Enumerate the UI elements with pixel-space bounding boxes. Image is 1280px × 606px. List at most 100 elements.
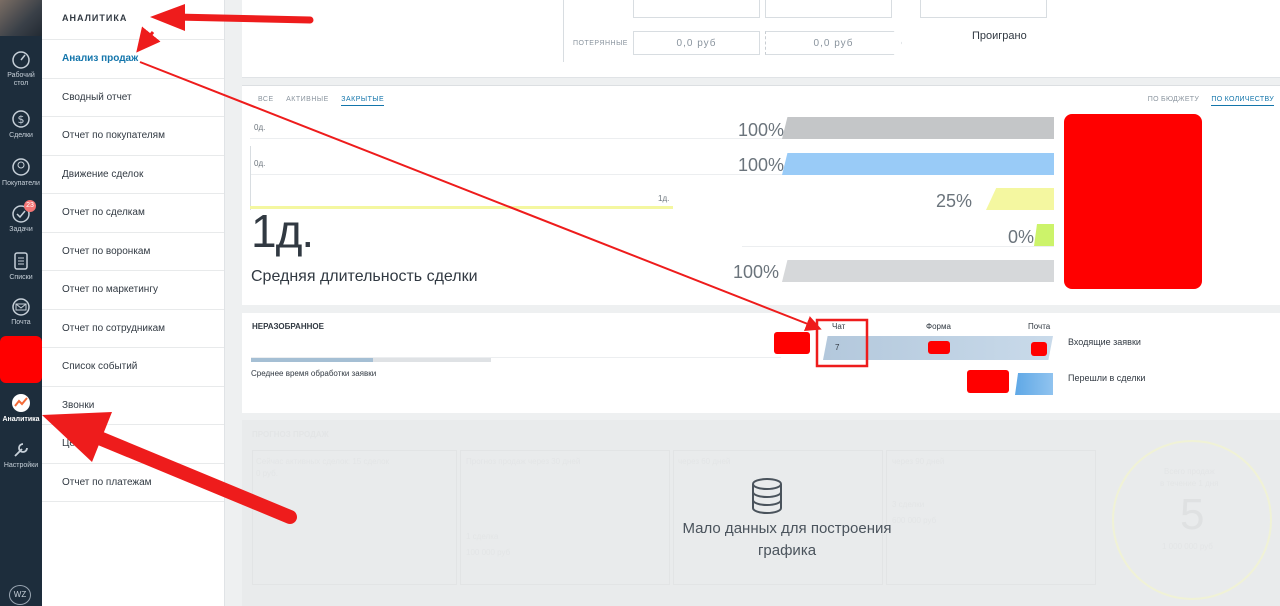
nav-item-analytics[interactable]: Аналитика [0, 392, 42, 424]
forecast-col1: Сейчас активных сделок: 15 сделок [256, 457, 390, 466]
forecast-col4a: 3 сделки [892, 500, 925, 509]
forecast-col2a: 1 сделка [466, 532, 499, 541]
submenu-item-summary[interactable]: Сводный отчет [42, 79, 224, 117]
funnel-pct: 0% [1007, 227, 1034, 247]
submenu-item-marketing-report[interactable]: Отчет по маркетингу [42, 271, 224, 310]
nav-item-lists[interactable]: Списки [0, 250, 42, 282]
timeline-axis [250, 146, 251, 210]
funnel-bar [986, 188, 1054, 210]
submenu-item-deal-movement[interactable]: Движение сделок [42, 156, 224, 194]
nav-label: Списки [9, 274, 33, 281]
sales-forecast-panel: ПРОГНОЗ ПРОДАЖ Сейчас активных сделок: 1… [242, 420, 1280, 606]
summary-panel: ПОТЕРЯННЫЕ 0,0 руб 0,0 руб Проиграно [242, 0, 1280, 78]
nav-item-deals[interactable]: $ Сделки [0, 108, 42, 140]
dashboard-icon [12, 51, 30, 69]
user-avatar[interactable] [0, 0, 42, 36]
nav-label: Рабочий стол [7, 72, 35, 87]
funnel-panel: ВСЕ АКТИВНЫЕ ЗАКРЫТЫЕ ПО БЮДЖЕТУ ПО КОЛИ… [242, 85, 1280, 305]
nav-item-settings[interactable]: Настройки [0, 440, 42, 470]
status-lost: Проиграно [972, 30, 1027, 42]
forecast-col2: Прогноз продаж через 30 дней [466, 457, 581, 466]
submenu-item-payments-report[interactable]: Отчет по платежам [42, 464, 224, 502]
redacted-block [774, 332, 810, 354]
funnel-bar [782, 117, 1054, 139]
redacted-block [0, 336, 42, 383]
timeline-label: 0д. [254, 159, 266, 168]
redacted-block [1064, 114, 1202, 289]
progress-fill [251, 358, 374, 362]
incoming-requests-label: Входящие заявки [1068, 337, 1141, 347]
won-status-box [920, 0, 1047, 18]
nav-label: Покупатели [2, 180, 40, 187]
submenu-item-customers-report[interactable]: Отчет по покупателям [42, 117, 224, 156]
main-nav: Рабочий стол $ Сделки Покупатели 23 Зада… [0, 0, 42, 606]
submenu-item-deals-report[interactable]: Отчет по сделкам [42, 194, 224, 233]
submenu-item-pipelines-report[interactable]: Отчет по воронкам [42, 233, 224, 271]
tab-closed[interactable]: ЗАКРЫТЫЕ [341, 96, 385, 106]
tasks-badge: 23 [24, 200, 36, 212]
submenu-title: АНАЛИТИКА [42, 0, 224, 40]
main-content: ПОТЕРЯННЫЕ 0,0 руб 0,0 руб Проиграно ВСЕ… [225, 0, 1280, 606]
unsorted-title: НЕРАЗОБРАННОЕ [252, 322, 324, 331]
lists-icon [14, 252, 28, 270]
nav-label: Сделки [9, 132, 33, 139]
channel-mail-label: Почта [1028, 322, 1051, 331]
forecast-card [252, 450, 457, 585]
tab-by-count[interactable]: ПО КОЛИЧЕСТВУ [1211, 96, 1274, 106]
dollar-icon: $ [12, 110, 30, 128]
mode-tabs: ПО БЮДЖЕТУ ПО КОЛИЧЕСТВУ [1148, 96, 1280, 106]
nav-item-customers[interactable]: Покупатели [0, 156, 42, 188]
avg-processing-label: Среднее время обработки заявки [251, 369, 377, 378]
forecast-col4: через 90 дней [892, 457, 945, 466]
timeline-label: 0д. [254, 123, 266, 132]
converted-label: Перешли в сделки [1068, 373, 1146, 383]
converted-bar [1015, 373, 1053, 395]
forecast-title: ПРОГНОЗ ПРОДАЖ [252, 430, 329, 439]
timeline-duration-bar [250, 206, 673, 209]
funnel-bar [1034, 224, 1054, 246]
won-box-2 [765, 0, 892, 18]
submenu-item-events-list[interactable]: Список событий [42, 348, 224, 387]
forecast-total-money: 1 000 000 руб [1162, 542, 1213, 551]
tab-active[interactable]: АКТИВНЫЕ [286, 96, 329, 103]
forecast-col2b: 100 000 руб [466, 548, 511, 557]
tab-by-budget[interactable]: ПО БЮДЖЕТУ [1148, 96, 1199, 103]
funnel-pct: 100% [737, 155, 784, 175]
nav-item-mail[interactable]: Почта [0, 297, 42, 327]
redacted-block [928, 341, 950, 354]
forecast-total-value: 5 [1180, 490, 1205, 539]
forecast-card [460, 450, 670, 585]
won-box-1 [633, 0, 760, 18]
mail-icon [12, 298, 30, 316]
funnel-bar [782, 153, 1054, 175]
redacted-block [967, 370, 1009, 393]
funnel-pct: 100% [732, 262, 779, 282]
submenu-item-employees-report[interactable]: Отчет по сотрудникам [42, 310, 224, 348]
nav-item-tasks[interactable]: 23 Задачи [0, 200, 42, 234]
settings-icon [14, 443, 28, 457]
lost-value-1: 0,0 руб [633, 31, 760, 55]
nav-item-dashboard[interactable]: Рабочий стол [0, 50, 42, 88]
chat-value: 7 [835, 343, 840, 352]
submenu-item-goals[interactable]: Цел [42, 425, 224, 464]
funnel-pct: 100% [737, 120, 784, 140]
analytics-app: Рабочий стол $ Сделки Покупатели 23 Зада… [0, 0, 1280, 606]
deal-state-tabs: ВСЕ АКТИВНЫЕ ЗАКРЫТЫЕ [258, 96, 394, 106]
avg-duration-label: Средняя длительность сделки [251, 268, 478, 285]
lost-value-2: 0,0 руб [765, 31, 902, 55]
timeline-label: 1д. [658, 194, 670, 203]
customers-icon [12, 158, 30, 176]
channel-form-label: Форма [926, 322, 951, 331]
forecast-col1b: 0 руб. [256, 469, 278, 478]
channel-chat-label: Чат [832, 322, 846, 331]
tab-all[interactable]: ВСЕ [258, 96, 274, 103]
lost-label: ПОТЕРЯННЫЕ [573, 40, 628, 47]
svg-text:$: $ [18, 113, 25, 126]
avg-duration-value: 1д. [251, 205, 314, 257]
submenu-item-sales-analysis[interactable]: Анализ продаж [42, 40, 224, 79]
submenu-item-calls[interactable]: Звонки [42, 387, 224, 425]
analytics-icon [12, 394, 30, 412]
database-icon [752, 478, 782, 514]
divider [563, 0, 564, 62]
company-logo[interactable]: WZ [9, 585, 31, 605]
